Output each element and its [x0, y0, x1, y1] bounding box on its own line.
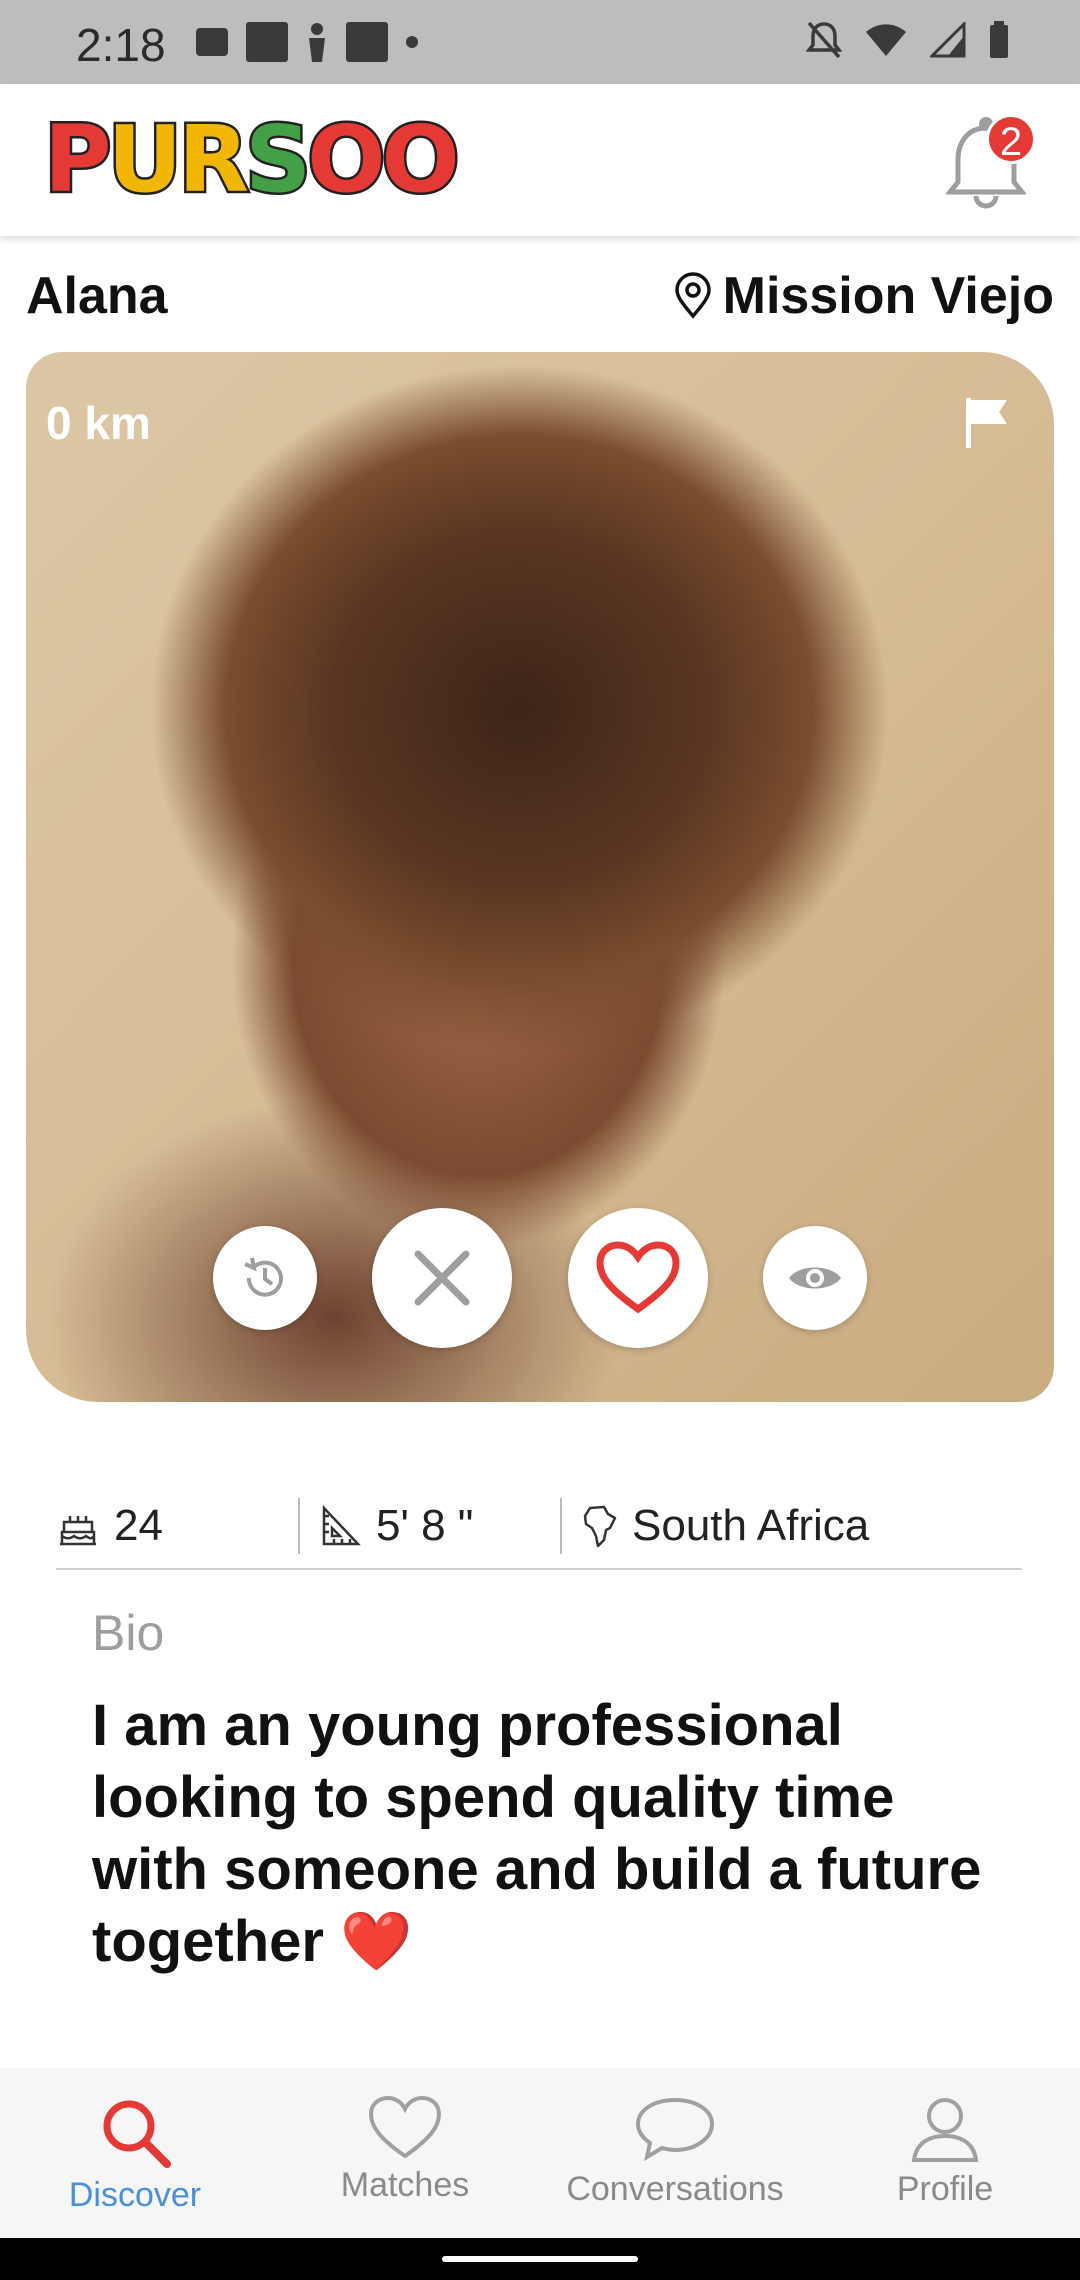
- heart-icon: [596, 1241, 680, 1314]
- like-button[interactable]: [568, 1208, 708, 1348]
- system-gesture-bar: [0, 2238, 1080, 2280]
- stat-country: South Africa: [560, 1498, 1020, 1554]
- search-icon: [103, 2100, 171, 2168]
- rewind-button[interactable]: [213, 1226, 317, 1330]
- distance-label: 0 km: [46, 397, 151, 449]
- chat-bubble-icon: [635, 2097, 715, 2162]
- location-text: Mission Viejo: [722, 267, 1054, 325]
- history-icon: [244, 1257, 283, 1297]
- mute-icon: [806, 21, 842, 59]
- stats-divider: [56, 1568, 1022, 1570]
- country-value: South Africa: [632, 1501, 870, 1550]
- battery-icon: [990, 21, 1008, 58]
- location-pin-icon: [674, 272, 711, 319]
- report-flag-icon[interactable]: [962, 394, 1012, 450]
- home-gesture-handle[interactable]: [442, 2256, 638, 2262]
- bio-text: I am an young professional looking to sp…: [92, 1693, 982, 1974]
- notification-badge: 2: [986, 114, 1036, 164]
- nav-profile-label: Profile: [896, 2170, 994, 2208]
- profile-stats: 24 5' 8 " South Africa: [56, 1482, 1022, 1570]
- profile-name: Alana: [26, 267, 168, 325]
- wifi-icon: [866, 24, 906, 56]
- nav-discover[interactable]: Discover: [0, 2068, 270, 2238]
- app-header: P U R S O O 2: [0, 84, 1080, 236]
- pursoo-logo[interactable]: P U R S O O: [41, 103, 462, 215]
- nav-matches[interactable]: Matches: [270, 2068, 540, 2238]
- status-system-icons: [806, 20, 1010, 60]
- nav-discover-label: Discover: [68, 2176, 202, 2214]
- logo-letter: O: [379, 103, 462, 215]
- view-profile-button[interactable]: [763, 1226, 867, 1330]
- logo-letter: U: [105, 103, 185, 215]
- nav-conversations[interactable]: Conversations: [540, 2068, 810, 2238]
- nav-profile[interactable]: Profile: [810, 2068, 1080, 2238]
- more-dot-icon: [406, 36, 418, 48]
- stat-height: 5' 8 ": [298, 1498, 560, 1554]
- message-icon: [196, 28, 228, 56]
- status-notification-icons: [196, 22, 418, 62]
- stat-age: 24: [56, 1498, 298, 1554]
- africa-map-icon: [583, 1505, 617, 1548]
- profile-photo[interactable]: 0 km: [26, 352, 1054, 1402]
- person-icon: [309, 23, 325, 62]
- nav-conversations-label: Conversations: [566, 2170, 784, 2208]
- close-icon: [414, 1250, 470, 1306]
- nav-matches-label: Matches: [340, 2166, 470, 2204]
- eye-icon: [789, 1267, 841, 1289]
- profile-location: Mission Viejo: [673, 266, 1054, 326]
- ruler-icon: [322, 1504, 361, 1546]
- app-icon: [246, 22, 288, 62]
- cake-icon: [60, 1516, 96, 1546]
- heart-outline-icon: [368, 2095, 442, 2159]
- status-time: 2:18: [76, 19, 166, 71]
- app-icon-2: [346, 22, 388, 62]
- status-bar: 2:18: [0, 0, 1080, 84]
- bio-label: Bio: [92, 1605, 165, 1661]
- logo-letter: S: [242, 103, 313, 215]
- dislike-button[interactable]: [372, 1208, 512, 1348]
- bottom-navigation: Discover Matches Conversations Profile: [0, 2068, 1080, 2238]
- notifications-button[interactable]: 2: [946, 114, 1036, 210]
- logo-letter: P: [41, 103, 114, 215]
- user-icon: [911, 2098, 979, 2162]
- logo-letter: R: [176, 103, 252, 215]
- logo-letter: O: [305, 103, 388, 215]
- height-value: 5' 8 ": [376, 1501, 474, 1550]
- signal-icon: [930, 22, 966, 58]
- age-value: 24: [114, 1501, 163, 1550]
